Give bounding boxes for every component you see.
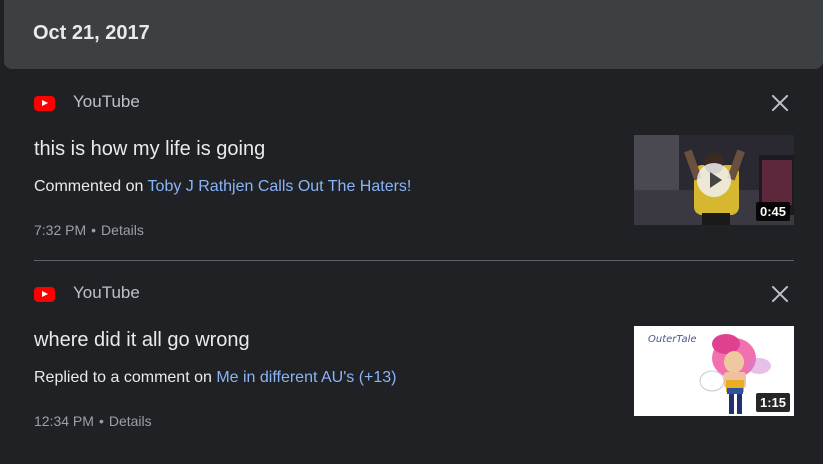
date-header: Oct 21, 2017: [4, 0, 823, 69]
activity-meta: 7:32 PM • Details: [34, 222, 144, 238]
separator-dot: •: [91, 222, 97, 238]
activity-action: Replied to a comment on Me in different …: [34, 369, 397, 387]
activity-action: Commented on Toby J Rathjen Calls Out Th…: [34, 178, 411, 196]
separator-dot: •: [98, 413, 104, 429]
app-name: YouTube: [73, 283, 140, 302]
details-link[interactable]: Details: [101, 222, 144, 238]
delete-item-button[interactable]: [767, 281, 793, 307]
video-thumbnail[interactable]: OuterTale 1:15: [634, 326, 794, 416]
play-icon: [697, 163, 731, 197]
details-link[interactable]: Details: [109, 413, 152, 429]
youtube-icon: [34, 287, 55, 302]
activity-card: YouTube this is how my life is going Com…: [0, 70, 823, 260]
delete-item-button[interactable]: [767, 90, 793, 116]
activity-card: YouTube where did it all go wrong Replie…: [0, 261, 823, 451]
activity-time: 7:32 PM: [34, 222, 87, 238]
video-link[interactable]: Me in different AU's (+13): [216, 369, 396, 386]
video-duration: 0:45: [755, 202, 790, 221]
action-prefix: Replied to a comment on: [34, 369, 217, 386]
thumbnail-caption: OuterTale: [648, 334, 697, 345]
activity-meta: 12:34 PM • Details: [34, 413, 152, 429]
date-label: Oct 21, 2017: [33, 22, 150, 44]
video-link[interactable]: Toby J Rathjen Calls Out The Haters!: [148, 178, 412, 195]
activity-time: 12:34 PM: [34, 413, 94, 429]
action-prefix: Commented on: [34, 178, 148, 195]
activity-title: this is how my life is going: [34, 138, 266, 160]
video-duration: 1:15: [755, 393, 790, 412]
video-thumbnail[interactable]: 0:45: [634, 135, 794, 225]
app-name: YouTube: [73, 92, 140, 111]
youtube-icon: [34, 96, 55, 111]
activity-title: where did it all go wrong: [34, 329, 250, 351]
